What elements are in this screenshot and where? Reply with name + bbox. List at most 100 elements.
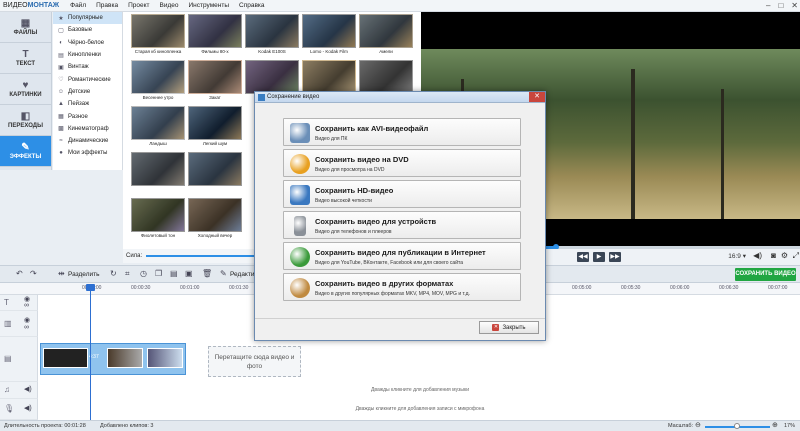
effect-thumb[interactable]: Ландыш: [131, 106, 185, 150]
speaker-icon[interactable]: ◀): [24, 385, 32, 393]
crop-icon[interactable]: ⌗: [125, 269, 130, 279]
link-icon[interactable]: ∞: [24, 324, 29, 331]
effect-thumb[interactable]: Весеннее утро: [131, 60, 185, 104]
volume-icon[interactable]: ◀): [753, 251, 762, 260]
speaker-icon[interactable]: ◀): [24, 404, 32, 412]
close-window-icon[interactable]: ✕: [791, 0, 798, 12]
effect-thumb[interactable]: Фильмы 80-х: [188, 14, 242, 58]
redo-icon[interactable]: ↷: [30, 269, 37, 278]
category-vintage[interactable]: ▣ Винтаж: [53, 61, 122, 73]
split-icon[interactable]: ⇹: [58, 269, 65, 278]
save-video-button[interactable]: СОХРАНИТЬ ВИДЕО: [735, 268, 796, 281]
ruler-tick: 00:06:00: [670, 285, 690, 291]
split-button[interactable]: Разделить: [68, 271, 99, 278]
category-basic[interactable]: ▢ Базовые: [53, 24, 122, 36]
ruler-tick: 00:01:30: [229, 285, 249, 291]
effect-preview-image: [131, 106, 185, 140]
effect-thumb[interactable]: Kodak E100S: [245, 14, 299, 58]
fullscreen-icon[interactable]: ⤢: [793, 251, 799, 261]
category-label: Динамические: [68, 138, 109, 145]
effect-thumb[interactable]: [188, 152, 242, 196]
edit-icon[interactable]: ✎: [220, 269, 227, 278]
effect-thumb[interactable]: Старая кб кинопленка: [131, 14, 185, 58]
dialog-close-icon[interactable]: ✕: [529, 92, 545, 102]
speed-icon[interactable]: ◷: [140, 269, 147, 278]
paste-icon[interactable]: ▤: [170, 269, 178, 278]
effect-preview-image: [188, 152, 242, 186]
video-clip[interactable]: [43, 348, 88, 368]
tab-effects[interactable]: ✎ ЭФФЕКТЫ: [0, 136, 51, 167]
play-button[interactable]: ▶: [593, 252, 605, 262]
copy-icon[interactable]: ❐: [155, 269, 162, 278]
save-hd-option[interactable]: Сохранить HD-видео Видео высокой четкост…: [283, 180, 521, 208]
next-button[interactable]: ▶▶: [609, 252, 621, 262]
tab-text-label: ТЕКСТ: [15, 60, 36, 67]
menu-project[interactable]: Проект: [123, 2, 154, 9]
maximize-icon[interactable]: □: [778, 0, 783, 12]
playhead-handle[interactable]: [86, 284, 95, 291]
save-devices-option[interactable]: Сохранить видео для устройств Видео для …: [283, 211, 521, 239]
zoom-in-icon[interactable]: ⊕: [772, 421, 778, 429]
music-hint[interactable]: Дважды кликните для добавления музыки: [40, 387, 800, 393]
delete-icon[interactable]: 🗑: [202, 269, 212, 278]
effect-label: Закат: [209, 95, 221, 100]
effect-thumb[interactable]: Фиолетовый тон: [131, 198, 185, 242]
dialog-title: Сохранение видео: [267, 94, 320, 100]
save-avi-option[interactable]: Сохранить как AVI-видеофайл Видео для ПК: [283, 118, 521, 146]
tab-pictures[interactable]: ♥ КАРТИНКИ: [0, 74, 51, 105]
menu-video[interactable]: Видео: [155, 2, 184, 9]
video-clip[interactable]: [107, 348, 143, 368]
category-label: Пейзаж: [68, 101, 90, 108]
effect-thumb[interactable]: [131, 152, 185, 196]
link-icon[interactable]: ∞: [24, 302, 29, 309]
zoom-out-icon[interactable]: ⊖: [695, 421, 701, 429]
video-clip[interactable]: [147, 348, 183, 368]
drop-zone[interactable]: Перетащите сюда видео и фото: [208, 346, 301, 377]
eye-icon[interactable]: ◉: [24, 316, 30, 324]
category-label: Романтические: [68, 76, 111, 83]
film-icon: ▤: [58, 52, 64, 59]
tab-transitions[interactable]: ◧ ПЕРЕХОДЫ: [0, 105, 51, 136]
menu-file[interactable]: Файл: [65, 2, 91, 9]
menu-help[interactable]: Справка: [234, 2, 270, 9]
prev-button[interactable]: ◀◀: [577, 252, 589, 262]
category-my-effects[interactable]: ● Мои эффекты: [53, 147, 122, 159]
effect-thumb[interactable]: Амели: [359, 14, 413, 58]
menu-tools[interactable]: Инструменты: [184, 2, 235, 9]
category-film[interactable]: ▤ Кинопленки: [53, 49, 122, 61]
category-romantic[interactable]: ♡ Романтические: [53, 73, 122, 85]
playhead[interactable]: [90, 286, 91, 420]
menu-edit[interactable]: Правка: [91, 2, 123, 9]
tab-files[interactable]: ▦ ФАЙЛЫ: [0, 12, 51, 43]
effect-preview-image: [188, 106, 242, 140]
category-dynamic[interactable]: ≈ Динамические: [53, 135, 122, 147]
snapshot-icon[interactable]: ◙: [771, 251, 776, 260]
category-kids[interactable]: ☺ Детские: [53, 86, 122, 98]
save-other-formats-option[interactable]: Сохранить видео в других форматах Видео …: [283, 273, 521, 301]
option-title: Сохранить видео для публикации в Интерне…: [315, 248, 486, 257]
save-dvd-option[interactable]: Сохранить видео на DVD Видео для просмот…: [283, 149, 521, 177]
category-bw[interactable]: ◐ Чёрно-белое: [53, 37, 122, 49]
effect-thumb[interactable]: Lomo - Kodak Film: [302, 14, 356, 58]
aspect-select[interactable]: 16:9 ▾: [728, 252, 746, 260]
effect-thumb[interactable]: Холодный вечер: [188, 198, 242, 242]
close-button[interactable]: ✕ Закрыть: [479, 321, 539, 334]
rotate-icon[interactable]: ↻: [110, 269, 117, 278]
minimize-icon[interactable]: –: [766, 0, 770, 12]
settings-icon[interactable]: ⚙: [781, 251, 788, 260]
save-internet-option[interactable]: Сохранить видео для публикации в Интерне…: [283, 242, 521, 270]
category-cinema[interactable]: ▩ Кинематограф: [53, 123, 122, 135]
effect-preview-image: [302, 14, 356, 48]
category-misc[interactable]: ▦ Разное: [53, 110, 122, 122]
mic-hint[interactable]: Дважды кликните для добавления записи с …: [40, 406, 800, 412]
category-landscape[interactable]: ▲ Пейзаж: [53, 98, 122, 110]
tab-text[interactable]: T ТЕКСТ: [0, 43, 51, 74]
effect-thumb[interactable]: Легкий шум: [188, 106, 242, 150]
undo-icon[interactable]: ↶: [16, 269, 23, 278]
zoom-handle[interactable]: [734, 423, 740, 429]
dialog-app-icon: [258, 94, 265, 101]
effect-thumb[interactable]: Закат: [188, 60, 242, 104]
ruler-tick: 00:07:00: [768, 285, 788, 291]
insert-icon[interactable]: ▣: [185, 269, 193, 278]
category-popular[interactable]: ★ Популярные: [53, 12, 122, 25]
